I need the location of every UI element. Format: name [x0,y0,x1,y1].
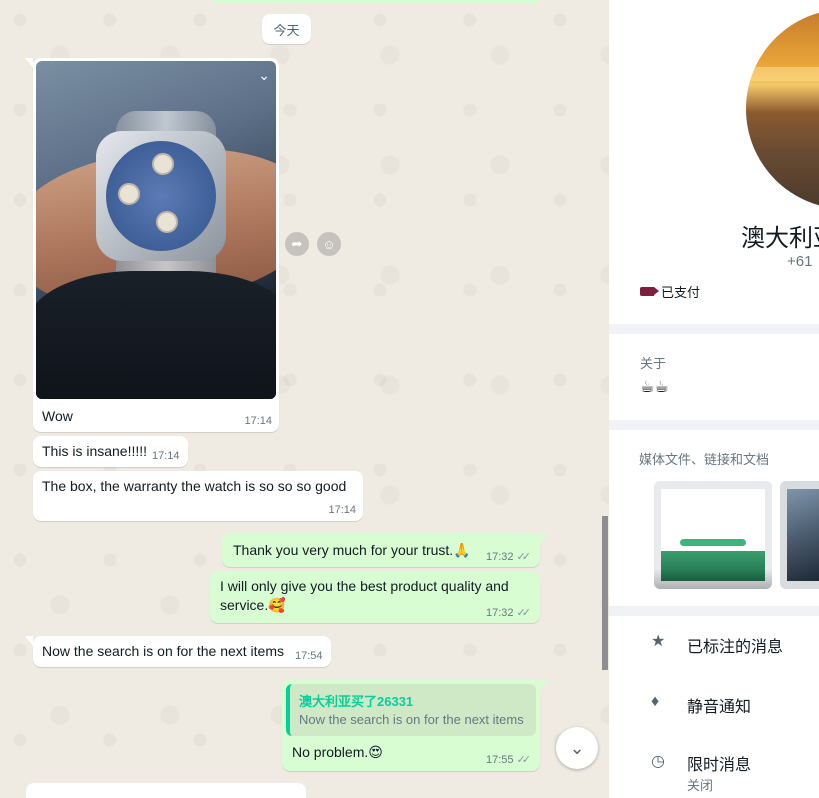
message-time: 17:32 ✓✓ [486,551,532,563]
about-card: 关于 ☕☕ [609,334,819,420]
media-thumbnail[interactable] [780,481,819,589]
chat-panel: 今天 ⌄ Wow 17:14 ➦ ☺ This is insane!!!!! 1… [0,0,609,798]
outgoing-message[interactable]: I will only give you the best product qu… [210,571,540,623]
message-text: Now the search is on for the next items [42,643,284,659]
message-time: 17:14 [152,450,180,462]
contact-label[interactable]: 已支付 [640,282,700,301]
media-card: 媒体文件、链接和文档 [609,430,819,606]
profile-avatar[interactable] [746,9,819,209]
chat-scrollbar[interactable] [602,516,608,670]
contact-name: 澳大利亚 [741,225,819,252]
chevron-down-icon[interactable]: ⌄ [258,67,270,84]
quoted-author: 澳大利亚买了26331 [299,694,414,709]
next-message-edge [26,783,306,798]
incoming-message[interactable]: Now the search is on for the next items … [25,636,331,667]
previous-message-edge [213,0,539,3]
starred-label: 已标注的消息 [687,639,784,656]
double-check-icon: ✓✓ [516,754,532,766]
message-time: 17:54 [295,650,323,662]
outgoing-reply-message[interactable]: 澳大利亚买了26331 Now the search is on for the… [282,680,548,771]
scroll-down-button[interactable]: ⌄ [556,727,598,769]
media-title[interactable]: 媒体文件、链接和文档 [639,449,769,468]
message-text: No problem.😍 [292,744,383,760]
contact-phone: +61 [787,253,813,270]
contact-info-panel: 澳大利亚 +61 已支付 关于 ☕☕ 媒体文件、链接和文档 ★ 已标注的消息 ♦… [609,0,819,798]
outgoing-message[interactable]: Thank you very much for your trust.🙏 17:… [222,533,548,567]
message-time: 17:14 [244,415,272,427]
message-text: Thank you very much for your trust.🙏 [233,542,471,558]
watch-photo[interactable]: ⌄ [36,61,276,399]
quoted-text: Now the search is on for the next items [299,712,524,727]
message-text: This is insane!!!!! [42,443,148,459]
label-text: 已支付 [661,285,701,300]
disappearing-status: 关闭 [687,778,714,793]
message-caption: Wow [42,408,73,424]
timer-icon: ◷ [651,753,665,770]
profile-card: 澳大利亚 +61 已支付 [609,0,819,324]
about-value: ☕☕ [640,379,669,396]
message-text-line: service.🥰 [220,597,286,613]
emoji-icon[interactable]: ☺ [317,232,341,256]
media-thumbnail[interactable] [654,481,772,589]
disappearing-messages-row[interactable]: ◷ 限时消息 关闭 [609,736,819,798]
message-time: 17:32 ✓✓ [486,607,532,619]
about-title: 关于 [640,356,667,371]
label-tag-icon [640,287,659,296]
star-icon: ★ [651,633,666,650]
bell-icon: ♦ [651,693,660,710]
double-check-icon: ✓✓ [516,607,532,619]
image-message[interactable]: ⌄ Wow 17:14 [25,58,279,432]
message-text: The box, the warranty the watch is so so… [42,478,347,494]
date-divider: 今天 [262,14,311,44]
starred-messages-row[interactable]: ★ 已标注的消息 [609,616,819,674]
double-check-icon: ✓✓ [516,551,532,563]
forward-icon[interactable]: ➦ [285,232,309,256]
incoming-message[interactable]: The box, the warranty the watch is so so… [33,471,363,521]
chevron-down-icon: ⌄ [569,737,585,758]
message-time: 17:55 ✓✓ [486,754,532,766]
message-text-line: I will only give you the best product qu… [220,578,509,594]
mute-notifications-row[interactable]: ♦ 静音通知 [609,676,819,734]
message-time: 17:14 [328,504,356,516]
quoted-message[interactable]: 澳大利亚买了26331 Now the search is on for the… [286,684,536,736]
incoming-message[interactable]: This is insane!!!!! 17:14 [33,436,188,467]
settings-card: ★ 已标注的消息 ♦ 静音通知 ◷ 限时消息 关闭 [609,616,819,798]
disappearing-label: 限时消息 [687,757,752,774]
mute-label: 静音通知 [687,699,752,716]
